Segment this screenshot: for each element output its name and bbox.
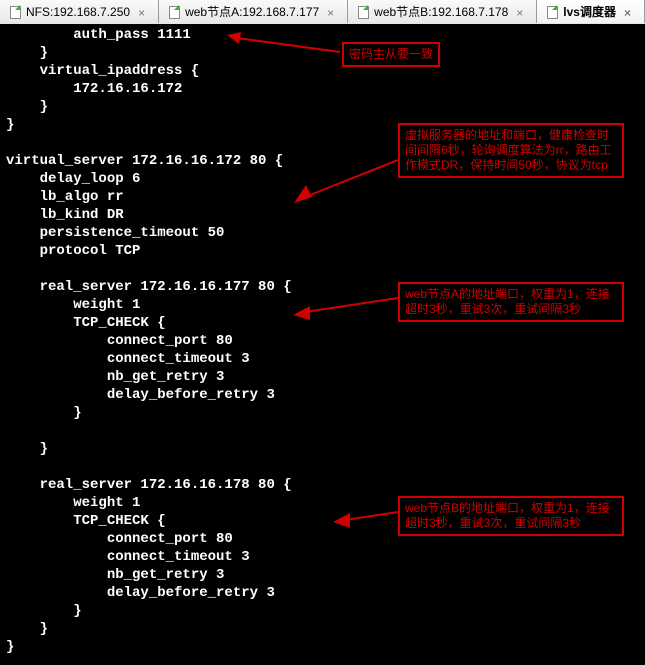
editor-content[interactable]: auth_pass 1111 } virtual_ipaddress { 172… xyxy=(0,24,645,665)
code-line: connect_timeout 3 xyxy=(6,549,250,565)
code-line: nb_get_retry 3 xyxy=(6,567,224,583)
code-line: } xyxy=(6,405,82,421)
code-line: } xyxy=(6,603,82,619)
code-line: } xyxy=(6,441,48,457)
code-line: TCP_CHECK { xyxy=(6,513,166,529)
code-line: real_server 172.16.16.178 80 { xyxy=(6,477,292,493)
tab-label: web节点A:192.168.7.177 xyxy=(185,3,319,20)
code-line: connect_port 80 xyxy=(6,531,233,547)
code-line: lb_kind DR xyxy=(6,207,124,223)
annotation-real-server-b: web节点B的地址端口，权重为1，连接超时3秒，重试3次，重试间隔3秒 xyxy=(398,496,624,536)
code-line: virtual_ipaddress { xyxy=(6,63,199,79)
close-icon[interactable]: × xyxy=(624,6,636,18)
code-line: real_server 172.16.16.177 80 { xyxy=(6,279,292,295)
app-window: NFS:192.168.7.250 × web节点A:192.168.7.177… xyxy=(0,0,645,665)
code-line: lb_algo rr xyxy=(6,189,124,205)
code-line: protocol TCP xyxy=(6,243,140,259)
annotation-real-server-a: web节点A的地址端口，权重为1，连接超时3秒，重试3次，重试间隔3秒 xyxy=(398,282,624,322)
code-line: } xyxy=(6,639,14,655)
tab-nfs[interactable]: NFS:192.168.7.250 × xyxy=(0,0,159,23)
annotation-password: 密码主从要一致 xyxy=(342,42,440,67)
code-line: connect_port 80 xyxy=(6,333,233,349)
code-line: TCP_CHECK { xyxy=(6,315,166,331)
code-line: 172.16.16.172 xyxy=(6,81,182,97)
file-icon xyxy=(356,5,370,19)
close-icon[interactable]: × xyxy=(138,6,150,18)
code-line: } xyxy=(6,99,48,115)
code-line: } xyxy=(6,117,14,133)
code-line: delay_loop 6 xyxy=(6,171,140,187)
tab-web-a[interactable]: web节点A:192.168.7.177 × xyxy=(159,0,348,23)
code-line: } xyxy=(6,621,48,637)
code-line: nb_get_retry 3 xyxy=(6,369,224,385)
annotation-virtual-server: 虚拟服务器的地址和端口，健康检查时间间隔6秒，轮询调度算法为rr，路由工作模式D… xyxy=(398,123,624,178)
tab-label: lvs调度器 xyxy=(563,3,616,20)
code-line: connect_timeout 3 xyxy=(6,351,250,367)
tab-label: web节点B:192.168.7.178 xyxy=(374,3,508,20)
code-line: weight 1 xyxy=(6,297,140,313)
file-icon xyxy=(167,5,181,19)
file-icon xyxy=(8,5,22,19)
code-line: delay_before_retry 3 xyxy=(6,585,275,601)
code-line: } xyxy=(6,45,48,61)
tab-web-b[interactable]: web节点B:192.168.7.178 × xyxy=(348,0,537,23)
code-line: auth_pass 1111 xyxy=(6,27,191,43)
code-line: weight 1 xyxy=(6,495,140,511)
tab-label: NFS:192.168.7.250 xyxy=(26,5,130,19)
file-icon xyxy=(545,5,559,19)
code-line: virtual_server 172.16.16.172 80 { xyxy=(6,153,283,169)
close-icon[interactable]: × xyxy=(516,6,528,18)
tab-lvs[interactable]: lvs调度器 × xyxy=(537,0,645,23)
close-icon[interactable]: × xyxy=(327,6,339,18)
tab-bar: NFS:192.168.7.250 × web节点A:192.168.7.177… xyxy=(0,0,645,25)
code-line: persistence_timeout 50 xyxy=(6,225,224,241)
code-line: delay_before_retry 3 xyxy=(6,387,275,403)
